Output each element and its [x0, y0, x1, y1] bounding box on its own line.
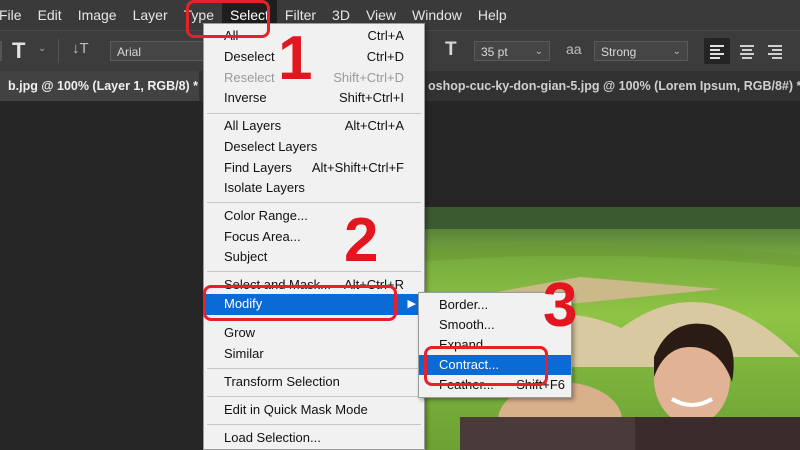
chevron-down-icon: ⌄ — [672, 46, 681, 57]
highlight-ring-modify — [203, 285, 397, 321]
step-number-3: 3 — [543, 271, 578, 340]
menu-edit[interactable]: Edit — [30, 0, 70, 30]
align-left-button[interactable] — [704, 38, 730, 64]
align-right-icon — [768, 45, 782, 59]
text-orientation-icon[interactable]: ↓T — [72, 40, 89, 57]
menu-item-deselect[interactable]: Deselect Ctrl+D — [204, 47, 424, 67]
menu-image[interactable]: Image — [70, 0, 125, 30]
align-center-button[interactable] — [734, 38, 760, 64]
submenu-arrow-icon: ▶ — [407, 298, 416, 310]
tool-preset-chevron-icon[interactable]: ⌄ — [38, 43, 46, 54]
align-left-icon — [710, 45, 724, 59]
select-menu: All Ctrl+A Deselect Ctrl+D Reselect Shift+C… — [203, 23, 425, 450]
font-size-value: 35 pt — [481, 45, 508, 59]
menu-separator — [207, 113, 421, 114]
chevron-down-icon: ⌄ — [534, 46, 543, 57]
menu-item-inverse[interactable]: Inverse Shift+Ctrl+I — [204, 88, 424, 108]
menu-item-similar[interactable]: Similar — [204, 344, 424, 364]
menu-separator — [207, 202, 421, 203]
tab-document-1[interactable]: b.jpg @ 100% (Layer 1, RGB/8) * — [0, 71, 199, 101]
menu-item-isolate-layers[interactable]: Isolate Layers — [204, 178, 424, 198]
align-right-button[interactable] — [762, 38, 788, 64]
menu-file[interactable]: File — [0, 0, 30, 30]
menu-separator — [207, 368, 421, 369]
menu-layer[interactable]: Layer — [125, 0, 176, 30]
anti-alias-select[interactable]: Strong ⌄ — [594, 41, 688, 61]
menu-separator — [207, 271, 421, 272]
step-number-2: 2 — [344, 206, 379, 275]
tab-document-2[interactable]: oshop-cuc-ky-don-gian-5.jpg @ 100% (Lore… — [420, 71, 800, 101]
align-center-icon — [740, 45, 754, 59]
menu-item-color-range[interactable]: Color Range... — [204, 206, 424, 226]
menu-help[interactable]: Help — [470, 0, 515, 30]
font-size-icon: T — [445, 39, 457, 60]
menu-item-find-layers[interactable]: Find Layers Alt+Shift+Ctrl+F — [204, 158, 424, 178]
font-family-value: Arial — [117, 45, 142, 59]
menu-item-quick-mask[interactable]: Edit in Quick Mask Mode — [204, 400, 424, 420]
menu-item-transform-selection[interactable]: Transform Selection — [204, 372, 424, 392]
type-tool-icon[interactable]: T — [12, 38, 25, 64]
step-number-1: 1 — [278, 24, 313, 93]
menu-item-grow[interactable]: Grow — [204, 323, 424, 343]
menu-separator — [207, 396, 421, 397]
highlight-ring-contract — [424, 346, 548, 386]
menu-item-subject[interactable]: Subject — [204, 247, 424, 267]
options-grip — [0, 41, 2, 61]
menu-item-deselect-layers[interactable]: Deselect Layers — [204, 137, 424, 157]
menu-item-load-selection[interactable]: Load Selection... — [204, 428, 424, 448]
menu-item-reselect: Reselect Shift+Ctrl+D — [224, 70, 404, 85]
menu-separator — [207, 424, 421, 425]
anti-alias-icon: aa — [566, 41, 582, 57]
menu-item-focus-area[interactable]: Focus Area... — [204, 227, 424, 247]
divider — [58, 39, 59, 63]
anti-alias-value: Strong — [601, 45, 637, 59]
font-size-select[interactable]: 35 pt ⌄ — [474, 41, 550, 61]
menu-item-all-layers[interactable]: All Layers Alt+Ctrl+A — [204, 116, 424, 136]
highlight-ring-select — [186, 0, 270, 38]
